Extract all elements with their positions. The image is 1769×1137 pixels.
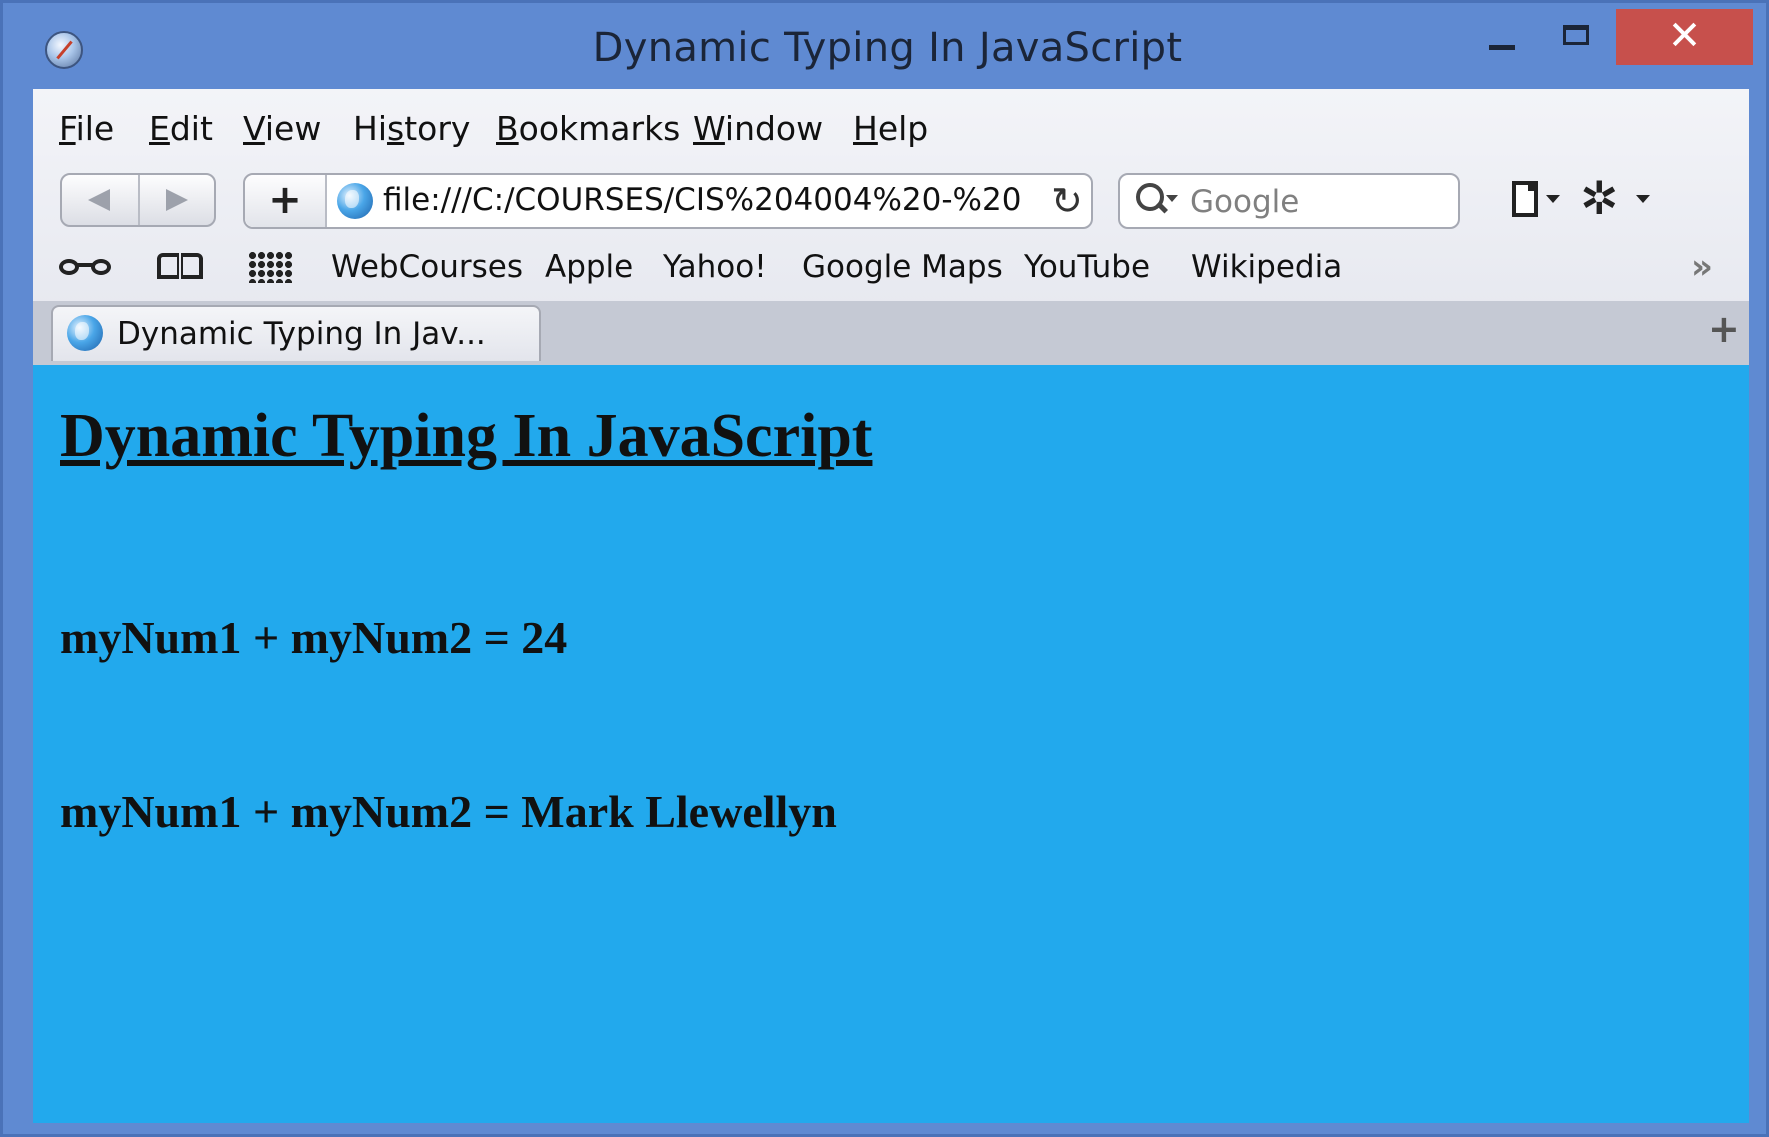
menu-mnemonic: W xyxy=(693,109,725,148)
tab-label: Dynamic Typing In Jav... xyxy=(117,316,486,352)
menu-mnemonic: B xyxy=(496,109,519,148)
tab-strip: Dynamic Typing In Jav... + xyxy=(33,301,1749,365)
search-input[interactable] xyxy=(1188,179,1452,225)
menu-label-rest: elp xyxy=(877,109,929,148)
bookmarks-overflow-icon[interactable]: » xyxy=(1691,247,1713,287)
menu-label-rest: ookmarks xyxy=(518,109,681,148)
chevron-down-icon xyxy=(1546,195,1560,203)
menu-window[interactable]: Window xyxy=(693,109,823,148)
reload-icon[interactable]: ↻ xyxy=(1051,179,1083,223)
bookmark-youtube[interactable]: YouTube xyxy=(1024,249,1150,285)
menu-mnemonic: E xyxy=(149,109,170,148)
settings-menu-button[interactable]: ✲ xyxy=(1578,171,1658,227)
back-button[interactable] xyxy=(62,175,138,225)
address-bar[interactable]: + file:///C:/COURSES/CIS%204004%20-%20 ↻ xyxy=(243,173,1093,229)
menu-bookmarks[interactable]: Bookmarks xyxy=(496,109,680,148)
bookmark-apple[interactable]: Apple xyxy=(545,249,633,285)
page-icon xyxy=(1512,181,1538,217)
bookmark-webcourses[interactable]: WebCourses xyxy=(331,249,523,285)
url-field[interactable]: file:///C:/COURSES/CIS%204004%20-%20 xyxy=(383,182,1043,222)
tab-active[interactable]: Dynamic Typing In Jav... xyxy=(51,305,541,361)
search-box[interactable] xyxy=(1118,173,1460,229)
menu-label-pre: Hi xyxy=(353,109,387,148)
menu-label-rest: indow xyxy=(724,109,824,148)
bookmark-google-maps[interactable]: Google Maps xyxy=(802,249,1003,285)
back-forward-group xyxy=(60,173,216,227)
top-sites-grid-icon[interactable] xyxy=(248,251,294,283)
navigation-toolbar: + file:///C:/COURSES/CIS%204004%20-%20 ↻… xyxy=(33,169,1749,239)
menu-label-rest: ile xyxy=(75,109,115,148)
result-string-text: myNum1 + myNum2 = Mark Llewellyn xyxy=(60,786,837,837)
menu-history[interactable]: History xyxy=(353,109,470,148)
add-bookmark-button[interactable]: + xyxy=(245,175,327,227)
menu-mnemonic: H xyxy=(853,109,878,148)
close-icon: ✕ xyxy=(1667,13,1702,59)
menu-file[interactable]: File xyxy=(59,109,114,148)
maximize-button[interactable] xyxy=(1545,9,1613,65)
search-icon[interactable] xyxy=(1134,181,1170,217)
new-tab-button[interactable]: + xyxy=(1708,307,1740,351)
menu-mnemonic: s xyxy=(386,109,405,148)
browser-window: Dynamic Typing In JavaScript ✕ File Edit… xyxy=(0,0,1769,1137)
page-menu-button[interactable] xyxy=(1506,177,1568,225)
menu-label-rest: tory xyxy=(404,109,471,148)
menu-label-rest: dit xyxy=(169,109,213,148)
menu-mnemonic: V xyxy=(243,109,265,148)
browser-chrome: File Edit View History Bookmarks Window … xyxy=(33,89,1749,365)
result-number-text: myNum1 + myNum2 = 24 xyxy=(60,612,568,663)
page-heading: Dynamic Typing In JavaScript xyxy=(60,402,873,470)
bookmark-yahoo[interactable]: Yahoo! xyxy=(663,249,767,285)
title-bar[interactable]: Dynamic Typing In JavaScript ✕ xyxy=(3,3,1766,89)
globe-icon xyxy=(337,183,373,219)
menu-mnemonic: F xyxy=(59,109,76,148)
menu-label-rest: iew xyxy=(264,109,322,148)
globe-icon xyxy=(67,315,103,351)
gear-icon: ✲ xyxy=(1580,171,1619,225)
menu-help[interactable]: Help xyxy=(853,109,928,148)
menu-edit[interactable]: Edit xyxy=(149,109,213,148)
menu-view[interactable]: View xyxy=(243,109,321,148)
menu-bar: File Edit View History Bookmarks Window … xyxy=(33,89,1749,161)
bookmarks-bar: WebCourses Apple Yahoo! Google Maps YouT… xyxy=(33,239,1749,299)
bookmarks-book-icon[interactable] xyxy=(155,251,209,283)
bookmark-wikipedia[interactable]: Wikipedia xyxy=(1191,249,1342,285)
page-content: Dynamic Typing In JavaScript myNum1 + my… xyxy=(33,365,1749,1123)
reading-list-icon[interactable] xyxy=(59,251,119,281)
forward-button[interactable] xyxy=(140,175,216,225)
chevron-down-icon xyxy=(1636,195,1650,203)
close-button[interactable]: ✕ xyxy=(1616,9,1753,65)
chevron-down-icon[interactable] xyxy=(1166,195,1178,202)
minimize-button[interactable] xyxy=(1469,9,1537,65)
